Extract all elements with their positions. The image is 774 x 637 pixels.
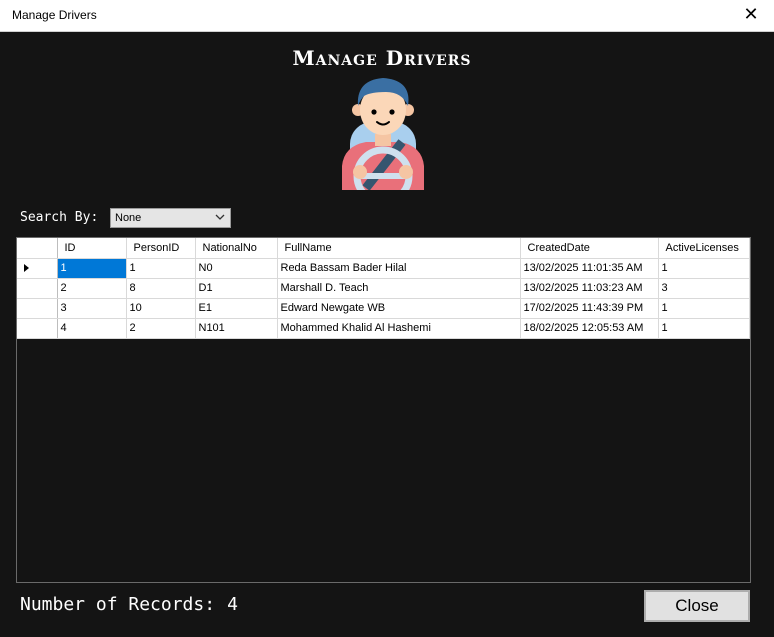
cell-person-id[interactable]: 8	[126, 278, 196, 299]
cell-id[interactable]: 3	[57, 298, 127, 319]
cell-created-date[interactable]: 17/02/2025 11:43:39 PM	[520, 298, 659, 319]
records-count-value: 4	[227, 594, 238, 615]
title-bar: Manage Drivers ✕	[0, 0, 774, 32]
records-label-text: Number of Records:	[20, 594, 216, 615]
chevron-down-icon	[215, 214, 225, 220]
row-header-corner	[17, 238, 58, 259]
row-selector[interactable]	[17, 278, 58, 299]
drivers-table: ID PersonID NationalNo FullName CreatedD…	[17, 238, 750, 339]
cell-national-no[interactable]: N101	[195, 318, 278, 339]
search-by-select[interactable]: None	[110, 208, 231, 228]
cell-id[interactable]: 2	[57, 278, 127, 299]
column-header-national-no[interactable]: NationalNo	[195, 238, 278, 259]
cell-national-no[interactable]: E1	[195, 298, 278, 319]
row-selector[interactable]	[17, 298, 58, 319]
cell-full-name[interactable]: Reda Bassam Bader Hilal	[277, 258, 521, 279]
cell-person-id[interactable]: 10	[126, 298, 196, 319]
column-header-full-name[interactable]: FullName	[277, 238, 521, 259]
search-by-value: None	[115, 212, 142, 224]
cell-active-licenses[interactable]: 1	[658, 298, 750, 319]
cell-person-id[interactable]: 2	[126, 318, 196, 339]
cell-id[interactable]: 4	[57, 318, 127, 339]
search-by-label: Search By:	[20, 210, 99, 225]
cell-active-licenses[interactable]: 1	[658, 258, 750, 279]
column-header-created-date[interactable]: CreatedDate	[520, 238, 659, 259]
cell-person-id[interactable]: 1	[126, 258, 196, 279]
table-row[interactable]: 2 8 D1 Marshall D. Teach 13/02/2025 11:0…	[17, 278, 750, 299]
client-area: Manage Drivers Search By: None ID Person…	[0, 32, 774, 637]
cell-full-name[interactable]: Edward Newgate WB	[277, 298, 521, 319]
cell-national-no[interactable]: N0	[195, 258, 278, 279]
cell-active-licenses[interactable]: 1	[658, 318, 750, 339]
cell-national-no[interactable]: D1	[195, 278, 278, 299]
table-row[interactable]: 1 1 N0 Reda Bassam Bader Hilal 13/02/202…	[17, 258, 750, 279]
close-button[interactable]: Close	[644, 590, 750, 622]
table-row[interactable]: 4 2 N101 Mohammed Khalid Al Hashemi 18/0…	[17, 318, 750, 339]
column-header-person-id[interactable]: PersonID	[126, 238, 196, 259]
cell-full-name[interactable]: Marshall D. Teach	[277, 278, 521, 299]
table-row[interactable]: 3 10 E1 Edward Newgate WB 17/02/2025 11:…	[17, 298, 750, 319]
window-close-icon[interactable]: ✕	[742, 6, 760, 24]
drivers-grid[interactable]: ID PersonID NationalNo FullName CreatedD…	[16, 237, 751, 583]
window-title: Manage Drivers	[12, 8, 97, 22]
header-row: ID PersonID NationalNo FullName CreatedD…	[17, 238, 750, 259]
records-count-label: Number of Records: 4	[20, 594, 238, 615]
column-header-id[interactable]: ID	[57, 238, 127, 259]
column-header-active-licenses[interactable]: ActiveLicenses	[658, 238, 750, 259]
cell-created-date[interactable]: 13/02/2025 11:03:23 AM	[520, 278, 659, 299]
cell-id[interactable]: 1	[57, 258, 127, 279]
row-selector[interactable]	[17, 318, 58, 339]
cell-created-date[interactable]: 13/02/2025 11:01:35 AM	[520, 258, 659, 279]
driver-avatar-icon	[342, 78, 424, 190]
page-title: Manage Drivers	[292, 46, 472, 70]
cell-created-date[interactable]: 18/02/2025 12:05:53 AM	[520, 318, 659, 339]
cell-full-name[interactable]: Mohammed Khalid Al Hashemi	[277, 318, 521, 339]
cell-active-licenses[interactable]: 3	[658, 278, 750, 299]
row-selector[interactable]	[17, 258, 58, 279]
current-row-arrow-icon	[24, 264, 29, 272]
